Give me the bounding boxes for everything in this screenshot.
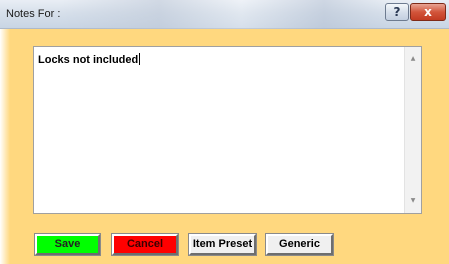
notes-text: Locks not included	[38, 53, 141, 66]
scroll-up-icon[interactable]: ▲	[408, 54, 418, 64]
window-edge	[0, 29, 10, 264]
help-button[interactable]: ?	[385, 3, 409, 21]
text-caret	[139, 53, 141, 65]
save-button[interactable]: Save	[34, 233, 101, 256]
window-title: Notes For :	[6, 8, 61, 20]
notes-dialog: Notes For : ? x Locks not included ▲ ▼ S…	[0, 0, 449, 264]
title-bar-glass	[60, 0, 390, 29]
scroll-down-icon[interactable]: ▼	[408, 196, 418, 206]
generic-button[interactable]: Generic	[265, 233, 334, 256]
vertical-scrollbar[interactable]: ▲ ▼	[404, 47, 421, 213]
close-button[interactable]: x	[410, 3, 446, 21]
help-icon: ?	[393, 5, 401, 19]
close-icon: x	[424, 5, 432, 19]
item-preset-button[interactable]: Item Preset	[188, 233, 257, 256]
title-bar[interactable]: Notes For : ? x	[0, 0, 449, 29]
notes-textarea[interactable]: Locks not included ▲ ▼	[33, 46, 422, 214]
cancel-button[interactable]: Cancel	[111, 233, 179, 256]
